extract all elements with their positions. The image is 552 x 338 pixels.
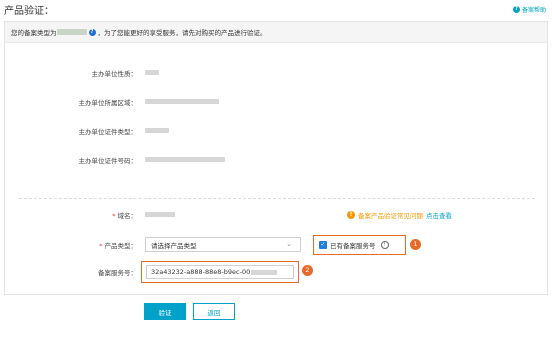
product-type-label: * 产品类型：	[99, 242, 137, 250]
info-circle-icon[interactable]: !	[380, 241, 389, 249]
info-row-cert-number: 主办单位证件号码：	[5, 153, 547, 167]
notice-prefix: 您的备案类型为	[11, 29, 57, 37]
service-number-redacted	[251, 269, 278, 275]
faq-link[interactable]: 点击查看	[426, 210, 452, 220]
info-row-label: 主办单位性质：	[91, 70, 138, 78]
has-service-number-checkbox[interactable]: ✓	[319, 241, 327, 249]
section-divider	[19, 198, 535, 199]
notice-suffix: ，为了您能更好的享受服务，请先对购买的产品进行验证。	[97, 29, 267, 37]
domain-label: * 域名：	[112, 212, 137, 220]
back-button[interactable]: 返回	[193, 303, 235, 320]
chevron-down-icon: ⌄	[286, 240, 292, 248]
info-row-cert-type: 主办单位证件类型：	[5, 124, 547, 138]
info-row-value-redacted	[145, 69, 159, 77]
question-circle-icon[interactable]: ?	[88, 28, 96, 36]
info-row-unit-region: 主办单位所属区域：	[5, 95, 547, 109]
faq-notice: ! 备案产品验证常见问题 点击查看	[347, 210, 452, 220]
has-service-number-label[interactable]: 已有备案服务号	[330, 240, 376, 250]
info-row-value-redacted	[145, 98, 219, 106]
verify-button[interactable]: 验证	[144, 303, 186, 320]
panel-notice: 您的备案类型为 ? ，为了您能更好的享受服务，请先对购买的产品进行验证。	[5, 22, 547, 43]
step-badge-2: 2	[302, 265, 313, 276]
info-row-value-redacted	[145, 127, 169, 135]
verification-panel: 您的备案类型为 ? ，为了您能更好的享受服务，请先对购买的产品进行验证。 主办单…	[4, 21, 548, 295]
help-link-label: 备案帮助	[521, 7, 546, 14]
has-service-number-highlight: ✓ 已有备案服务号 !	[313, 235, 406, 255]
service-number-input[interactable]: 32a43232-a888-88e8-b9ec-00	[146, 265, 294, 279]
service-number-label: 备案服务号：	[98, 269, 137, 277]
question-circle-icon: ?	[512, 6, 520, 13]
page-title: 产品验证：	[4, 6, 54, 17]
domain-row: * 域名：	[5, 208, 547, 222]
info-row-label: 主办单位证件类型：	[78, 128, 138, 136]
domain-value-redacted	[145, 211, 175, 219]
step-badge-1: 1	[410, 239, 421, 250]
info-row-label: 主办单位证件号码：	[78, 157, 138, 165]
help-link[interactable]: ? 备案帮助	[512, 5, 546, 14]
service-number-highlight: 32a43232-a888-88e8-b9ec-00	[141, 261, 299, 283]
product-type-select[interactable]: 请选择产品类型 ⌄	[145, 237, 301, 252]
info-row-value-redacted	[145, 156, 225, 164]
product-type-select-value: 请选择产品类型	[151, 241, 197, 250]
faq-text: 备案产品验证常见问题	[358, 212, 423, 220]
warning-circle-icon: !	[347, 211, 355, 219]
record-type-redacted	[56, 29, 87, 35]
info-row-label: 主办单位所属区域：	[78, 99, 138, 107]
service-number-value: 32a43232-a888-88e8-b9ec-00	[151, 268, 251, 276]
info-row-unit-nature: 主办单位性质：	[5, 66, 547, 80]
